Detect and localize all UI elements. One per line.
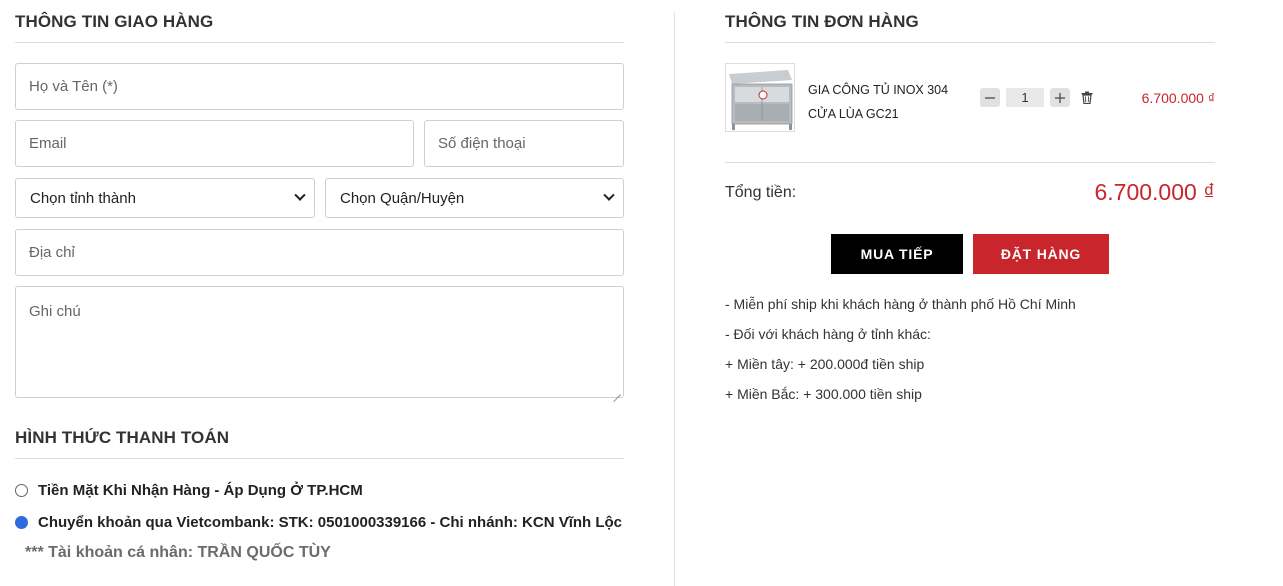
province-select[interactable]: Chọn tỉnh thành — [15, 178, 315, 218]
remove-item-button[interactable] — [1080, 90, 1094, 105]
order-title: THÔNG TIN ĐƠN HÀNG — [725, 12, 919, 31]
product-name[interactable]: GIA CÔNG TỦ INOX 304 CỬA LÙA GC21 — [808, 78, 958, 126]
increase-quantity-button[interactable] — [1050, 88, 1070, 107]
chevron-down-icon — [294, 189, 306, 201]
payment-option-transfer-label: Chuyển khoản qua Vietcombank: STK: 05010… — [38, 514, 623, 531]
item-price: 6.700.000 ₫ — [1141, 90, 1215, 106]
address-input[interactable]: Địa chỉ — [15, 229, 624, 276]
quantity-input[interactable]: 1 — [1006, 88, 1044, 107]
shipping-title-divider — [15, 42, 624, 43]
decrease-quantity-button[interactable] — [980, 88, 1000, 107]
district-select[interactable]: Chọn Quận/Huyện — [325, 178, 624, 218]
resize-handle-icon[interactable] — [613, 387, 621, 395]
note-placeholder: Ghi chú — [29, 303, 81, 320]
payment-option-cash[interactable]: Tiền Mặt Khi Nhận Hàng - Áp Dụng Ở TP.HC… — [15, 482, 363, 499]
trash-icon — [1081, 91, 1093, 104]
radio-checked-icon[interactable] — [15, 516, 28, 529]
full-name-placeholder: Họ và Tên (*) — [29, 78, 118, 95]
payment-title: HÌNH THỨC THANH TOÁN — [15, 428, 230, 447]
column-divider — [674, 12, 675, 586]
stainless-cabinet-image — [726, 64, 794, 131]
place-order-button[interactable]: ĐẶT HÀNG — [973, 234, 1109, 274]
total-label: Tổng tiền: — [725, 184, 797, 201]
payment-title-divider — [15, 458, 624, 459]
full-name-input[interactable]: Họ và Tên (*) — [15, 63, 624, 110]
chevron-down-icon — [603, 189, 615, 201]
shipping-note-1: - Miễn phí ship khi khách hàng ở thành p… — [725, 296, 1076, 312]
phone-placeholder: Số điện thoại — [438, 135, 526, 152]
note-textarea[interactable]: Ghi chú — [15, 286, 624, 398]
province-selected-value: Chọn tỉnh thành — [30, 189, 136, 207]
order-title-divider — [725, 42, 1215, 43]
email-placeholder: Email — [29, 135, 67, 152]
payment-option-transfer[interactable]: Chuyển khoản qua Vietcombank: STK: 05010… — [15, 514, 622, 531]
payment-option-cash-label: Tiền Mặt Khi Nhận Hàng - Áp Dụng Ở TP.HC… — [38, 482, 363, 499]
radio-unchecked-icon[interactable] — [15, 484, 28, 497]
address-placeholder: Địa chỉ — [29, 244, 75, 261]
total-value: 6.700.000 ₫ — [1094, 179, 1215, 205]
email-input[interactable]: Email — [15, 120, 414, 167]
shipping-note-3: + Miền tây: + 200.000đ tiền ship — [725, 356, 925, 372]
phone-input[interactable]: Số điện thoại — [424, 120, 624, 167]
shipping-title: THÔNG TIN GIAO HÀNG — [15, 12, 214, 31]
plus-icon — [1055, 92, 1065, 103]
quantity-stepper: 1 — [980, 88, 1094, 107]
district-selected-value: Chọn Quận/Huyện — [340, 189, 465, 207]
shipping-note-2: - Đối với khách hàng ở tỉnh khác: — [725, 326, 931, 342]
items-divider — [725, 162, 1215, 163]
shipping-note-4: + Miền Bắc: + 300.000 tiền ship — [725, 386, 922, 402]
continue-shopping-button[interactable]: MUA TIẾP — [831, 234, 963, 274]
product-thumbnail[interactable] — [725, 63, 795, 132]
account-note: *** Tài khoản cá nhân: TRẦN QUỐC TÙY — [25, 544, 331, 561]
minus-icon — [985, 96, 995, 99]
